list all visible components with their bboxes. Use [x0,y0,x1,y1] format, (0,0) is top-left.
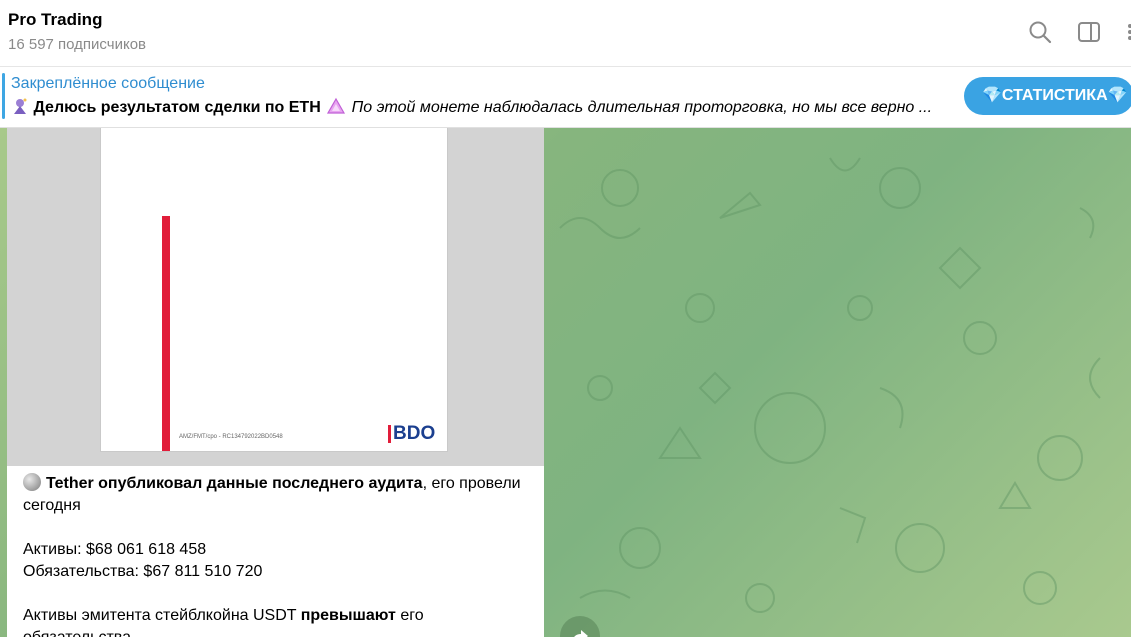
subscriber-count: 16 597 подписчиков [8,36,147,53]
assets-line: Активы: $68 061 618 458 [23,541,207,558]
summary-start: Активы эмитента стейблкойна USDT [23,607,301,624]
channel-title[interactable]: Pro Trading [8,10,102,30]
more-icon[interactable] [1118,18,1131,46]
chat-area: AMZ/FMT/cpo - RC134792022BD0548 BDO Teth… [0,128,1131,637]
statistics-button[interactable]: 💎СТАТИСТИКА💎 [964,77,1131,115]
pinned-text: По этой монете наблюдалась длительная пр… [351,99,933,116]
pinned-accent [2,73,5,119]
post-headline: Tether опубликовал данные последнего ауд… [46,475,423,492]
document-reference: AMZ/FMT/cpo - RC134792022BD0548 [179,434,283,440]
bdo-logo: BDO [388,424,435,443]
document-red-bar [162,216,170,451]
coin-icon [23,473,41,491]
chat-header: Pro Trading 16 597 подписчиков [0,0,1131,67]
liabilities-line: Обязательства: $67 811 510 720 [23,563,263,580]
sparkle-man-icon [14,98,27,114]
pinned-preview-line: Делюсь результатом сделки по ETH По этой… [11,97,951,117]
triangle-icon [327,97,346,114]
pinned-message-bar[interactable]: Закреплённое сообщение Делюсь результато… [0,67,1131,128]
summary-bold: превышают [300,607,396,624]
search-icon[interactable] [1026,18,1054,46]
post-image[interactable]: AMZ/FMT/cpo - RC134792022BD0548 BDO [7,128,544,466]
post-text: Tether опубликовал данные последнего ауд… [23,473,528,637]
pinned-title: Делюсь результатом сделки по ETH [33,99,321,116]
audit-document-page: AMZ/FMT/cpo - RC134792022BD0548 BDO [100,128,448,452]
summary-line: Активы эмитента стейблкойна USDT превыша… [23,605,528,637]
pinned-label: Закреплённое сообщение [11,75,205,92]
sidebar-toggle-icon[interactable] [1075,18,1103,46]
channel-post: AMZ/FMT/cpo - RC134792022BD0548 BDO Teth… [7,128,544,637]
forward-icon [574,630,588,637]
